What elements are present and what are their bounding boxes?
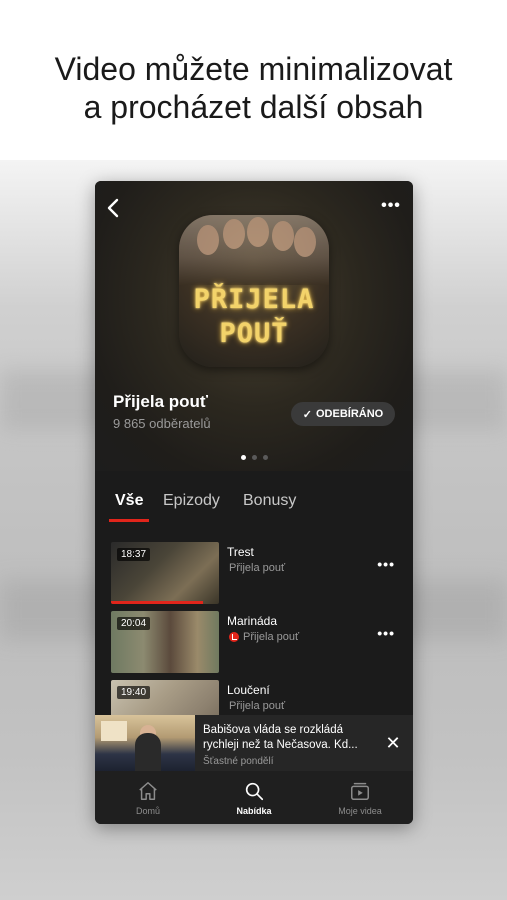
active-tab-indicator [109, 519, 149, 522]
list-item[interactable]: 20:04 Marináda Přijela pouť ••• [95, 602, 413, 673]
cast-face [247, 217, 269, 247]
search-icon [245, 782, 264, 800]
cast-face [294, 227, 316, 257]
show-poster: PŘIJELA POUŤ [179, 215, 329, 367]
poster-logo-line-1: PŘIJELA [193, 284, 315, 315]
duration-badge: 19:40 [117, 686, 151, 699]
episode-thumbnail[interactable]: 18:37 [111, 542, 219, 604]
cast-face [197, 225, 219, 255]
duration-badge: 20:04 [117, 617, 151, 630]
episode-thumbnail[interactable]: 20:04 [111, 611, 219, 673]
bottom-navigation: Domů Nabídka Moje videa [95, 771, 413, 824]
list-item[interactable]: 18:37 Trest Přijela pouť ••• [95, 533, 413, 604]
nav-home[interactable]: Domů [95, 771, 201, 824]
episode-channel: Přijela pouť [229, 562, 285, 574]
mini-player-title[interactable]: Babišova vláda se rozkládá rychleji než … [203, 723, 373, 753]
content-tabs: Vše Epizody Bonusy [95, 479, 413, 523]
episode-more-button[interactable]: ••• [377, 556, 395, 572]
tab-bonuses[interactable]: Bonusy [243, 492, 296, 510]
home-icon [139, 781, 157, 800]
poster-logo: PŘIJELA POUŤ [179, 283, 329, 351]
episode-channel: Přijela pouť [229, 631, 299, 643]
episode-title: Trest [227, 545, 254, 559]
show-hero: ••• PŘIJELA POUŤ Přijela pouť 9 865 odbě… [95, 181, 413, 471]
thumbnail-sign [101, 721, 127, 741]
nav-home-label: Domů [135, 805, 160, 816]
back-button[interactable] [101, 197, 125, 221]
episode-channel-label: Přijela pouť [229, 562, 286, 574]
poster-cast [179, 215, 329, 285]
play-folder-icon [351, 782, 369, 800]
mini-player-thumbnail[interactable] [95, 715, 195, 771]
episode-channel-label: Přijela pouť [243, 631, 300, 643]
cast-face [223, 219, 245, 249]
promo-headline: Video můžete minimalizovat a procházet d… [0, 50, 507, 126]
nav-browse[interactable]: Nabídka [201, 771, 307, 824]
tab-all[interactable]: Vše [115, 492, 143, 510]
episode-channel: Přijela pouť [229, 700, 285, 712]
more-options-button[interactable]: ••• [379, 197, 403, 217]
show-title: Přijela pouť [113, 392, 209, 411]
carousel-dot[interactable] [262, 455, 268, 460]
episode-title: Loučení [227, 683, 270, 697]
check-icon: ✓ [302, 408, 312, 421]
close-icon[interactable]: ✕ [383, 733, 403, 753]
mini-player[interactable]: Babišova vláda se rozkládá rychleji než … [95, 715, 413, 771]
phone-screen: ••• PŘIJELA POUŤ Přijela pouť 9 865 odbě… [95, 181, 413, 824]
nav-my-videos[interactable]: Moje videa [307, 771, 413, 824]
subscriber-count: 9 865 odběratelů [113, 416, 211, 431]
episode-channel-label: Přijela pouť [229, 700, 286, 712]
headline-line-1: Video můžete minimalizovat [54, 51, 453, 87]
poster-logo-line-2: POUŤ [219, 318, 289, 349]
carousel-dot[interactable] [240, 455, 246, 460]
carousel-dot[interactable] [251, 455, 257, 460]
cast-face [272, 221, 294, 251]
chevron-left-icon [107, 198, 119, 218]
mini-player-channel: Šťastné pondělí [203, 756, 274, 767]
subscribe-label: ODEBÍRÁNO [315, 408, 384, 420]
episode-title: Marináda [227, 614, 278, 628]
episode-more-button[interactable]: ••• [377, 625, 395, 641]
nav-browse-label: Nabídka [236, 805, 272, 816]
thumbnail-speaker [135, 733, 161, 771]
nav-my-videos-label: Moje videa [338, 805, 382, 816]
subscribe-button[interactable]: ✓ ODEBÍRÁNO [291, 402, 395, 426]
new-episode-badge-icon [229, 632, 239, 642]
tab-episodes[interactable]: Epizody [163, 492, 220, 510]
duration-badge: 18:37 [117, 548, 151, 561]
headline-line-2: a procházet další obsah [83, 89, 424, 125]
carousel-dots[interactable] [95, 455, 413, 460]
